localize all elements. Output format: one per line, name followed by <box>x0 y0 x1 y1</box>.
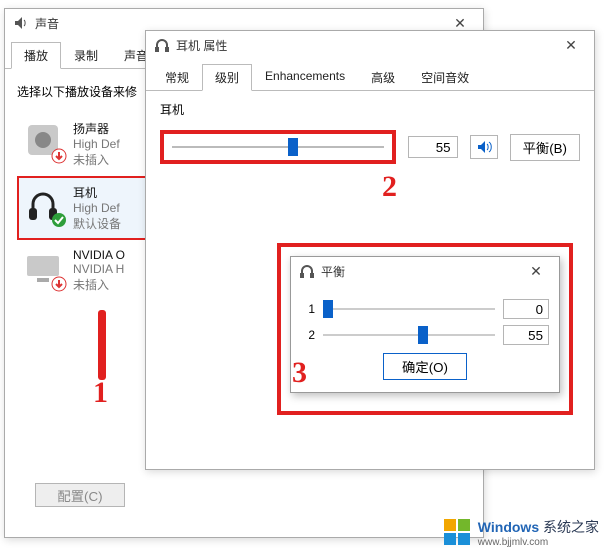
tab-general[interactable]: 常规 <box>152 64 202 91</box>
device-sub: High Def <box>73 137 120 151</box>
speaker-button[interactable] <box>470 135 498 159</box>
device-name: 扬声器 <box>73 120 120 137</box>
slider-thumb-icon[interactable] <box>418 326 428 344</box>
slider-thumb-icon[interactable] <box>288 138 298 156</box>
balance-value-1[interactable] <box>503 299 549 319</box>
tab-record[interactable]: 录制 <box>61 42 111 69</box>
balance-slider-1[interactable] <box>323 308 495 310</box>
device-sub: NVIDIA H <box>73 262 125 276</box>
device-status: 默认设备 <box>73 215 121 232</box>
balance-value-2[interactable] <box>503 325 549 345</box>
headphones-icon <box>299 263 315 279</box>
properties-title: 耳机 属性 <box>176 37 227 54</box>
balance-channel-label: 1 <box>301 302 315 316</box>
tab-levels[interactable]: 级别 <box>202 64 252 91</box>
tab-enhancements[interactable]: Enhancements <box>252 64 358 91</box>
balance-row-1: 1 <box>301 299 549 319</box>
down-arrow-icon <box>51 276 67 292</box>
properties-window: 耳机 属性 ✕ 常规 级别 Enhancements 高级 空间音效 耳机 平衡… <box>145 30 595 470</box>
headphones-icon <box>154 37 170 53</box>
tab-advanced[interactable]: 高级 <box>358 64 408 91</box>
tab-spatial[interactable]: 空间音效 <box>408 64 482 91</box>
level-value[interactable] <box>408 136 458 158</box>
balance-slider-2[interactable] <box>323 334 495 336</box>
properties-titlebar[interactable]: 耳机 属性 ✕ <box>146 31 594 59</box>
device-status: 未插入 <box>73 276 125 293</box>
device-sub: High Def <box>73 201 121 215</box>
balance-dialog: 平衡 ✕ 1 2 确定(O) <box>290 256 560 393</box>
watermark-url: www.bjjmlv.com <box>478 537 599 548</box>
slider-thumb-icon[interactable] <box>323 300 333 318</box>
balance-title: 平衡 <box>321 263 345 280</box>
sound-title: 声音 <box>35 15 59 32</box>
windows-logo-icon <box>444 519 472 547</box>
configure-button[interactable]: 配置(C) <box>35 483 125 507</box>
balance-row-2: 2 <box>301 325 549 345</box>
watermark: Windows 系统之家 www.bjjmlv.com <box>444 517 599 548</box>
balance-channel-label: 2 <box>301 328 315 342</box>
down-arrow-icon <box>51 148 67 164</box>
device-status: 未插入 <box>73 151 120 168</box>
properties-tabs: 常规 级别 Enhancements 高级 空间音效 <box>146 59 594 91</box>
balance-titlebar[interactable]: 平衡 ✕ <box>291 257 559 285</box>
speaker-icon <box>476 139 492 155</box>
device-name: NVIDIA O <box>73 248 125 262</box>
watermark-brand: Windows <box>478 519 539 535</box>
device-name: 耳机 <box>73 184 121 201</box>
check-icon <box>51 212 67 228</box>
balance-button[interactable]: 平衡(B) <box>510 134 580 161</box>
watermark-suffix: 系统之家 <box>543 519 599 535</box>
ok-button[interactable]: 确定(O) <box>383 353 467 380</box>
close-icon[interactable]: ✕ <box>552 32 590 58</box>
speaker-icon <box>13 15 29 31</box>
tab-playback[interactable]: 播放 <box>11 42 61 69</box>
level-label: 耳机 <box>160 101 580 118</box>
close-icon[interactable]: ✕ <box>517 258 555 284</box>
level-slider[interactable] <box>160 130 396 164</box>
